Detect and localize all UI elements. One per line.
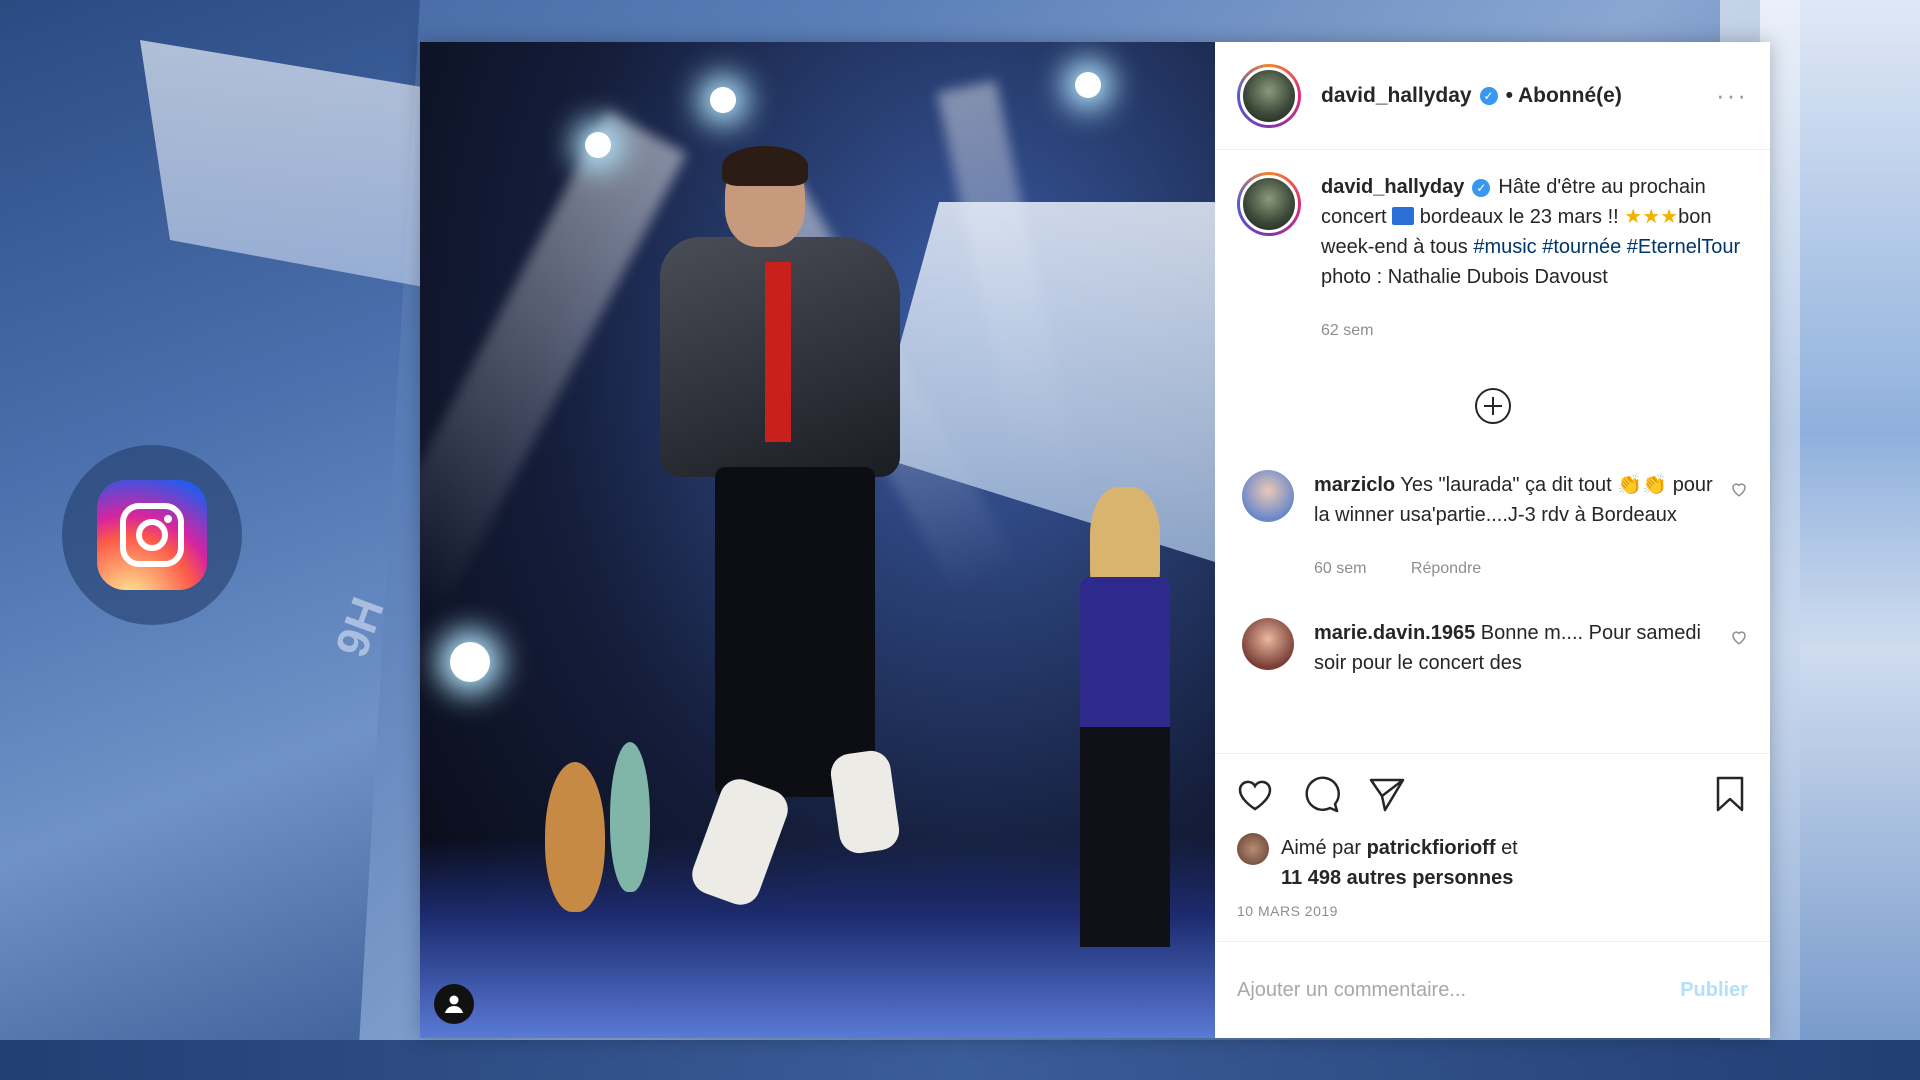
comment-meta: 60 sem Répondre — [1314, 554, 1720, 584]
instagram-post: david_hallyday ✓ • Abonné(e) ··· david_h… — [420, 42, 1770, 1038]
clapping-hands-emoji-icon: 👏👏 — [1617, 474, 1668, 496]
background-bottom-strip — [0, 1040, 1920, 1080]
post-photo[interactable] — [420, 42, 1215, 1038]
comments-section[interactable]: david_hallyday ✓ Hâte d'être au prochain c… — [1215, 150, 1770, 753]
caption-text: photo : Nathalie Dubois Davoust — [1321, 266, 1608, 288]
publish-button[interactable]: Publier — [1680, 979, 1748, 1002]
caption-username[interactable]: david_hallyday — [1321, 176, 1464, 198]
plus-circle-icon — [1474, 388, 1511, 424]
post-header: david_hallyday ✓ • Abonné(e) ··· — [1215, 42, 1770, 150]
comment-text: Yes "laurada" ça dit tout — [1400, 474, 1612, 496]
comment-bubble-icon[interactable] — [1301, 774, 1341, 814]
guitar-stand — [545, 762, 605, 912]
add-comment-bar: Ajouter un commentaire... Publier — [1215, 942, 1770, 1038]
likes-count-link[interactable]: 11 498 autres personnes — [1281, 867, 1513, 889]
likes-summary: Aimé par patrickfiorioff et 11 498 autre… — [1215, 833, 1770, 893]
author-avatar[interactable] — [1237, 63, 1301, 128]
reply-button[interactable]: Répondre — [1411, 560, 1481, 577]
comment-item: marie.davin.1965 Bonne m.... Pour samedi… — [1237, 618, 1748, 678]
load-more-comments-button[interactable] — [1237, 386, 1748, 426]
save-bookmark-icon[interactable] — [1710, 774, 1750, 814]
caption-text: bordeaux le 23 mars !! — [1419, 206, 1619, 228]
liker-username[interactable]: patrickfiorioff — [1367, 837, 1496, 859]
author-username[interactable]: david_hallyday — [1321, 84, 1472, 108]
post-action-bar — [1215, 753, 1770, 833]
caption-meta: 62 sem — [1321, 316, 1748, 346]
verified-badge-icon: ✓ — [1479, 86, 1498, 105]
comment-like-heart-icon[interactable] — [1730, 628, 1748, 646]
instagram-badge — [62, 445, 242, 625]
stage-spotlight — [710, 87, 736, 113]
verified-badge-icon: ✓ — [1472, 179, 1491, 197]
comment-item: marziclo Yes "laurada" ça dit tout 👏👏 po… — [1237, 470, 1748, 584]
singer-figure — [660, 146, 902, 912]
stage-spotlight — [450, 642, 490, 682]
like-heart-icon[interactable] — [1235, 774, 1275, 814]
instagram-logo-icon — [97, 480, 207, 590]
guitar-stand — [610, 742, 650, 892]
share-paper-plane-icon[interactable] — [1367, 774, 1407, 814]
likes-prefix: Aimé par — [1281, 837, 1362, 859]
liker-avatar[interactable] — [1237, 833, 1269, 865]
post-side-panel: david_hallyday ✓ • Abonné(e) ··· david_h… — [1215, 42, 1770, 1038]
comment-like-heart-icon[interactable] — [1730, 480, 1748, 498]
caption-age: 62 sem — [1321, 322, 1374, 339]
commenter-avatar[interactable] — [1242, 618, 1294, 670]
likes-conj: et — [1501, 837, 1518, 859]
commenter-avatar[interactable] — [1242, 470, 1294, 522]
hashtag-link[interactable]: #EternelTour — [1627, 236, 1740, 258]
stage-spotlight — [585, 132, 611, 158]
comment-age: 60 sem — [1314, 560, 1367, 577]
commenter-username[interactable]: marie.davin.1965 — [1314, 622, 1475, 644]
guitarist-figure — [1060, 487, 1190, 967]
hashtag-link[interactable]: #music — [1473, 236, 1536, 258]
caption: david_hallyday ✓ Hâte d'être au prochain c… — [1237, 172, 1748, 346]
star-emoji-icon: ★★★ — [1624, 206, 1679, 228]
add-comment-input[interactable]: Ajouter un commentaire... — [1237, 979, 1466, 1002]
more-options-icon[interactable]: ··· — [1716, 80, 1748, 111]
hashtag-link[interactable]: #tournée — [1542, 236, 1621, 258]
stage-spotlight — [1075, 72, 1101, 98]
flag-emoji-icon — [1392, 207, 1415, 225]
post-date: 10 MARS 2019 — [1215, 893, 1770, 942]
commenter-username[interactable]: marziclo — [1314, 474, 1395, 496]
caption-author-avatar[interactable] — [1237, 172, 1301, 236]
follow-status[interactable]: • Abonné(e) — [1506, 84, 1622, 108]
tagged-users-icon[interactable] — [434, 984, 474, 1024]
stage-light-beam — [420, 111, 687, 613]
